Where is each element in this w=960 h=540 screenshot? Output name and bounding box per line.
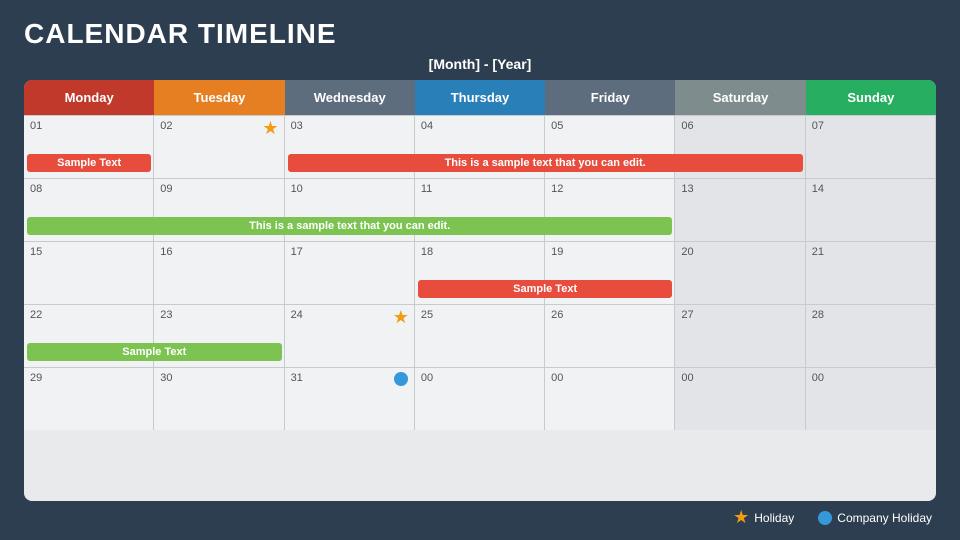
cell-date-number: 23: [160, 309, 277, 321]
cell-date-number: 16: [160, 246, 277, 258]
cell-date-number: 02: [160, 120, 277, 132]
holiday-label: Holiday: [754, 511, 794, 525]
cal-cell-1-1: 09: [154, 179, 284, 241]
cal-cell-0-1: 02★: [154, 116, 284, 178]
header-wednesday: Wednesday: [285, 80, 415, 115]
cal-cell-0-3: 04: [415, 116, 545, 178]
dot-icon: [394, 372, 408, 386]
cell-date-number: 21: [812, 246, 929, 258]
calendar-row-2: 15161718192021Sample Text: [24, 241, 936, 304]
cal-cell-1-6: 14: [806, 179, 936, 241]
cell-date-number: 20: [681, 246, 798, 258]
cal-cell-2-3: 18: [415, 242, 545, 304]
cell-date-number: 27: [681, 309, 798, 321]
cell-date-number: 03: [291, 120, 408, 132]
cal-cell-1-2: 10: [285, 179, 415, 241]
cal-cell-2-6: 21: [806, 242, 936, 304]
cell-date-number: 25: [421, 309, 538, 321]
dot-icon: [818, 511, 832, 525]
cal-cell-4-1: 30: [154, 368, 284, 430]
star-icon: ★: [733, 507, 749, 528]
cell-date-number: 10: [291, 183, 408, 195]
cell-date-number: 11: [421, 183, 538, 195]
cal-cell-0-2: 03: [285, 116, 415, 178]
cal-cell-0-6: 07: [806, 116, 936, 178]
calendar-row-4: 29 30 31 00 00 00 00: [24, 367, 936, 430]
cell-date-number: 00: [681, 372, 798, 384]
cell-date-number: 00: [812, 372, 930, 384]
cell-date-number: 01: [30, 120, 147, 132]
cell-date-number: 13: [681, 183, 798, 195]
cell-date-number: 06: [681, 120, 798, 132]
cal-cell-3-5: 27: [675, 305, 805, 367]
cal-cell-4-3: 00: [415, 368, 545, 430]
cal-cell-0-5: 06: [675, 116, 805, 178]
cal-cell-1-5: 13: [675, 179, 805, 241]
cell-date-number: 19: [551, 246, 668, 258]
star-icon: ★: [393, 307, 409, 328]
cell-date-number: 14: [812, 183, 929, 195]
cell-date-number: 09: [160, 183, 277, 195]
header-thursday: Thursday: [415, 80, 545, 115]
calendar-header: MondayTuesdayWednesdayThursdayFridaySatu…: [24, 80, 936, 115]
calendar-grid: MondayTuesdayWednesdayThursdayFridaySatu…: [24, 80, 936, 501]
cell-date-number: 29: [30, 372, 147, 384]
page-title: CALENDAR TIMELINE: [24, 18, 936, 50]
cal-cell-4-0: 29: [24, 368, 154, 430]
cal-cell-3-1: 23: [154, 305, 284, 367]
cal-cell-2-5: 20: [675, 242, 805, 304]
company-holiday-label: Company Holiday: [837, 511, 932, 525]
cell-date-number: 26: [551, 309, 668, 321]
cal-cell-3-6: 28: [806, 305, 936, 367]
cal-cell-1-3: 11: [415, 179, 545, 241]
header-saturday: Saturday: [675, 80, 805, 115]
cell-date-number: 00: [421, 372, 538, 384]
cal-cell-1-0: 08: [24, 179, 154, 241]
month-year-label: [Month] - [Year]: [24, 56, 936, 72]
cal-cell-4-5: 00: [675, 368, 805, 430]
cell-date-number: 00: [551, 372, 668, 384]
cal-cell-2-1: 16: [154, 242, 284, 304]
cal-cell-4-4: 00: [545, 368, 675, 430]
company-holiday-legend: Company Holiday: [818, 511, 932, 525]
header-friday: Friday: [545, 80, 675, 115]
cell-date-number: 30: [160, 372, 277, 384]
cal-cell-0-4: 05: [545, 116, 675, 178]
cal-cell-3-4: 26: [545, 305, 675, 367]
calendar-row-1: 08091011121314This is a sample text that…: [24, 178, 936, 241]
cal-cell-1-4: 12: [545, 179, 675, 241]
cal-cell-2-4: 19: [545, 242, 675, 304]
cell-date-number: 18: [421, 246, 538, 258]
cell-date-number: 07: [812, 120, 929, 132]
cal-cell-3-3: 25: [415, 305, 545, 367]
header-sunday: Sunday: [806, 80, 936, 115]
holiday-legend: ★ Holiday: [733, 507, 794, 528]
calendar-row-0: 0102★0304050607Sample TextThis is a samp…: [24, 115, 936, 178]
calendar-body: 0102★0304050607Sample TextThis is a samp…: [24, 115, 936, 430]
cell-date-number: 28: [812, 309, 929, 321]
legend: ★ Holiday Company Holiday: [24, 501, 936, 528]
header-tuesday: Tuesday: [154, 80, 284, 115]
cell-date-number: 31: [291, 372, 408, 384]
cell-date-number: 04: [421, 120, 538, 132]
cal-cell-0-0: 01: [24, 116, 154, 178]
cal-cell-4-6: 00: [806, 368, 936, 430]
cell-date-number: 05: [551, 120, 668, 132]
cell-date-number: 15: [30, 246, 147, 258]
star-icon: ★: [262, 118, 278, 139]
calendar-row-3: 222324★25262728Sample Text: [24, 304, 936, 367]
cal-cell-2-0: 15: [24, 242, 154, 304]
cell-date-number: 22: [30, 309, 147, 321]
cell-date-number: 08: [30, 183, 147, 195]
cell-date-number: 24: [291, 309, 408, 321]
cal-cell-3-2: 24★: [285, 305, 415, 367]
cal-cell-4-2: 31: [285, 368, 415, 430]
cell-date-number: 17: [291, 246, 408, 258]
cal-cell-3-0: 22: [24, 305, 154, 367]
cell-date-number: 12: [551, 183, 668, 195]
header-monday: Monday: [24, 80, 154, 115]
cal-cell-2-2: 17: [285, 242, 415, 304]
